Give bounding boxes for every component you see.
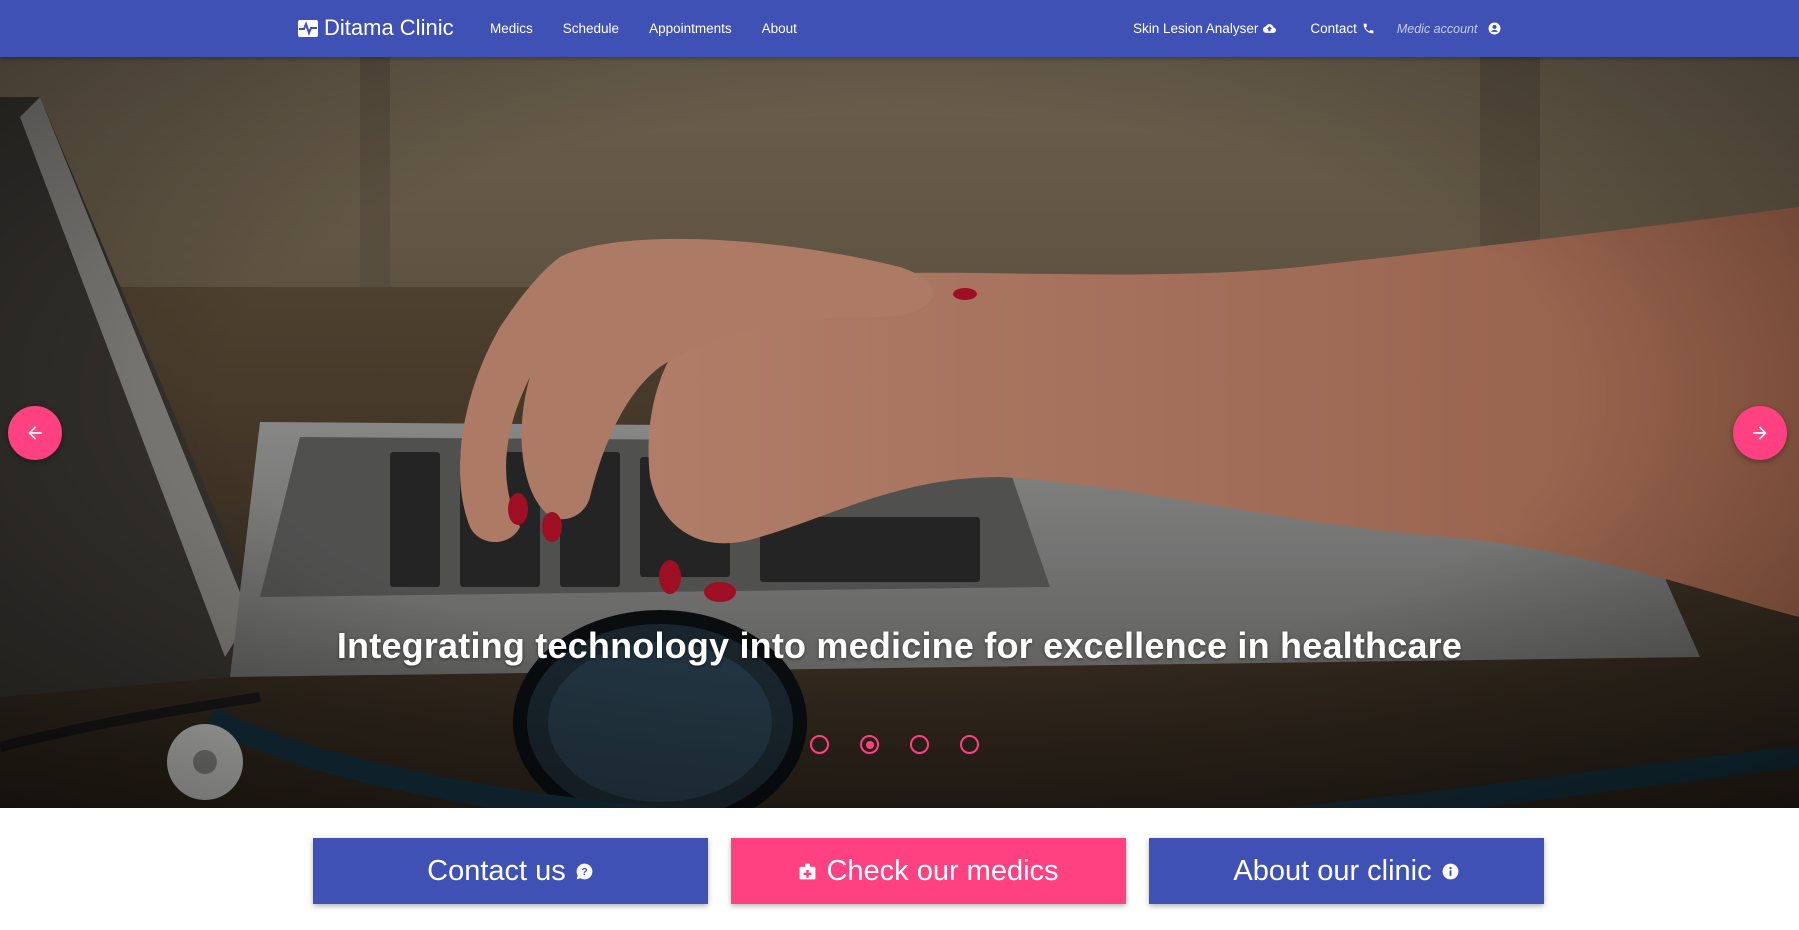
nav-right: Skin Lesion Analyser Contact Medic accou… [1133,0,1501,57]
nav-link-schedule[interactable]: Schedule [563,21,619,36]
nav-link-appointments[interactable]: Appointments [649,21,732,36]
carousel-indicator-3[interactable] [910,735,929,754]
hero-carousel: Integrating technology into medicine for… [0,57,1799,808]
about-clinic-label: About our clinic [1233,854,1432,887]
carousel-indicators [810,735,979,754]
main-nav: Medics Schedule Appointments About [490,0,797,57]
hero-background-image [0,57,1799,808]
info-icon [1442,863,1459,879]
top-navbar: Ditama Clinic Medics Schedule Appointmen… [0,0,1799,57]
carousel-indicator-4[interactable] [960,735,979,754]
cloud-upload-icon [1263,24,1277,33]
nav-link-skin-lesion-analyser[interactable]: Skin Lesion Analyser [1133,21,1277,36]
nav-link-medic-account[interactable]: Medic account [1397,22,1502,36]
medical-badge-icon [800,863,816,879]
nav-link-medics[interactable]: Medics [490,21,533,36]
account-circle-icon [1489,22,1501,35]
svg-text:?: ? [581,867,587,878]
nav-link-about[interactable]: About [762,21,797,36]
brand-logo-link[interactable]: Ditama Clinic [298,14,454,42]
contact-us-button[interactable]: Contact us ? [313,838,708,904]
medic-account-label: Medic account [1396,21,1478,36]
brand-name: Ditama Clinic [324,15,454,40]
skin-lesion-label: Skin Lesion Analyser [1133,21,1259,36]
phone-icon [1363,23,1374,34]
help-bubble-icon: ? [576,863,593,879]
contact-label: Contact [1310,21,1357,36]
carousel-next-button[interactable] [1733,406,1787,460]
contact-us-label: Contact us [427,854,566,887]
check-medics-label: Check our medics [826,854,1059,887]
carousel-caption: Integrating technology into medicine for… [336,625,1463,666]
nav-link-contact[interactable]: Contact [1310,21,1375,36]
carousel-indicator-1[interactable] [810,735,829,754]
arrow-left-icon [28,426,42,440]
carousel-indicator-2[interactable] [860,735,879,754]
carousel-prev-button[interactable] [8,406,62,460]
check-our-medics-button[interactable]: Check our medics [731,838,1126,904]
about-our-clinic-button[interactable]: About our clinic [1149,838,1544,904]
heartbeat-monitor-icon [298,19,318,37]
arrow-right-icon [1753,426,1767,440]
